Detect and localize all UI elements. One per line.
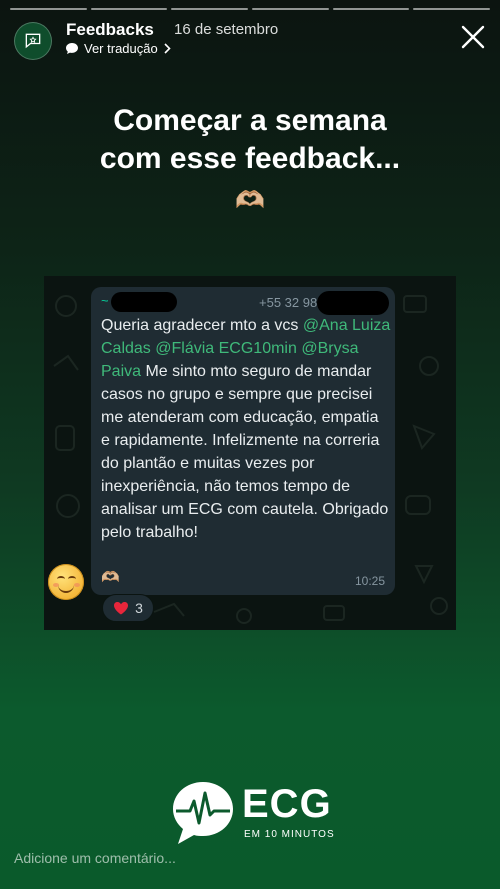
chevron-right-icon (164, 43, 171, 54)
avatar[interactable] (14, 22, 52, 60)
heart-hands-emoji: 🫶🏼 (235, 187, 265, 214)
reaction-count: 3 (135, 600, 143, 616)
message-bubble[interactable]: ~ +55 32 98 Queria agradecer mto a vcs @… (91, 287, 395, 595)
story-headline: Começar a semana com esse feedback... (0, 102, 500, 178)
story-date: 16 de setembro (174, 21, 279, 38)
story-author[interactable]: Feedbacks (66, 20, 154, 40)
logo-tagline: EM 10 MINUTOS (244, 829, 335, 840)
smiling-face-emoji (48, 564, 84, 600)
feedback-icon (25, 33, 41, 49)
message-emoji: 🫶🏼 (101, 569, 120, 586)
logo-name: ECG (242, 782, 332, 826)
progress-segment (332, 8, 410, 10)
message-text-part: Me sinto mto seguro de mandar casos no g… (101, 363, 389, 541)
redacted-phone (317, 291, 389, 315)
chat-screenshot: ~ +55 32 98 Queria agradecer mto a vcs @… (44, 276, 456, 630)
translate-link[interactable]: Ver tradução (66, 41, 171, 56)
ecg-heartbeat-icon (173, 782, 233, 844)
message-time: 10:25 (354, 574, 385, 588)
message-text: Queria agradecer mto a vcs @Ana Luiza Ca… (101, 314, 391, 544)
progress-segment (171, 8, 249, 10)
story-header: Feedbacks 16 de setembro Ver tradução (14, 20, 486, 60)
headline-line-1: Começar a semana (113, 104, 387, 137)
redacted-name (111, 292, 177, 312)
translate-label: Ver tradução (84, 41, 158, 56)
message-sender: ~ (101, 293, 109, 308)
story-progress-bar (10, 8, 491, 10)
sender-phone: +55 32 98 (259, 295, 318, 310)
progress-segment (90, 8, 168, 10)
close-icon[interactable] (460, 24, 486, 50)
headline-line-2: com esse feedback... (99, 142, 401, 175)
reaction-badge[interactable]: 3 (102, 594, 154, 622)
progress-segment (413, 8, 491, 10)
ecg-logo: ECG EM 10 MINUTOS (168, 778, 338, 848)
heart-icon (114, 602, 129, 615)
mention-flavia[interactable]: @Flávia ECG10min (155, 340, 297, 357)
progress-segment (252, 8, 329, 10)
message-text-part: Queria agradecer mto a vcs (101, 317, 303, 334)
progress-segment (10, 8, 87, 10)
speech-bubble-icon (66, 43, 78, 54)
comment-input[interactable]: Adicione um comentário... (14, 850, 176, 866)
